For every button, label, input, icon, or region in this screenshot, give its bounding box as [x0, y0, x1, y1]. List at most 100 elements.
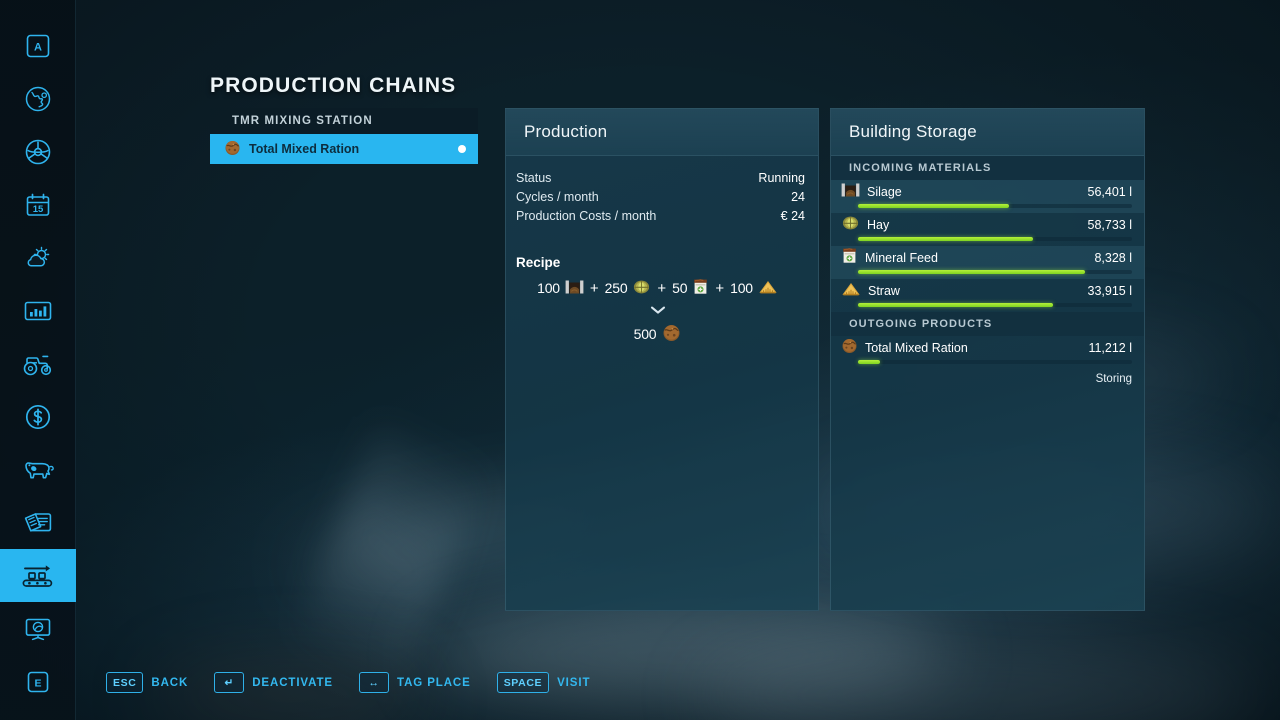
sidebar-item-contracts[interactable]	[0, 496, 76, 549]
stat-value: Running	[758, 171, 805, 185]
stat-label: Status	[516, 171, 551, 185]
weather-sun-cloud-icon	[23, 244, 53, 272]
recipe-plus-separator: +	[589, 280, 600, 297]
stat-row-production-costs-per-month: Production Costs / month € 24	[516, 207, 805, 226]
sidebar-item-weather[interactable]	[0, 231, 76, 284]
sidebar-item-vehicles[interactable]	[0, 337, 76, 390]
sidebar-item-map-overview[interactable]: A	[0, 19, 76, 72]
hay-icon	[841, 214, 860, 236]
storage-panel-title: Building Storage	[849, 122, 977, 142]
recipe-plus-separator: +	[714, 280, 725, 297]
dollar-circle-icon	[24, 403, 52, 431]
recipe-plus-separator: +	[656, 280, 667, 297]
fill-level-bar-value	[858, 204, 1009, 208]
status-dot-icon	[458, 145, 466, 153]
sidebar-item-globe[interactable]	[0, 72, 76, 125]
building-storage-panel: Building Storage INCOMING MATERIALS Sila…	[830, 108, 1145, 611]
help-item-tag-place[interactable]: ↔ TAG PLACE	[359, 672, 471, 693]
fill-level-bar	[858, 303, 1132, 307]
table-row[interactable]: Silage 56,401 l	[831, 180, 1144, 213]
sidebar-item-animals[interactable]	[0, 443, 76, 496]
tractor-icon	[21, 351, 55, 377]
table-row[interactable]: Hay 58,733 l	[831, 213, 1144, 246]
help-item-deactivate[interactable]: ↵ DEACTIVATE	[214, 672, 333, 693]
cow-icon	[21, 457, 55, 483]
recipe-output-row: 500	[516, 323, 805, 345]
table-row[interactable]: Straw 33,915 l	[831, 279, 1144, 312]
silage-icon	[841, 181, 860, 203]
sidebar-item-steering-wheel[interactable]	[0, 125, 76, 178]
fill-level-bar-value	[858, 360, 880, 364]
help-bar: ESC BACK ↵ DEACTIVATE ↔ TAG PLACE SPACE …	[106, 672, 590, 693]
stat-value: 24	[791, 190, 805, 204]
product-status-text: Storing	[831, 369, 1144, 385]
help-label: BACK	[151, 677, 188, 689]
outgoing-products-header: OUTGOING PRODUCTS	[831, 312, 1144, 336]
sidebar-item-gallery[interactable]	[0, 602, 76, 655]
mineral-feed-icon	[692, 278, 709, 298]
chain-group-header: TMR MIXING STATION	[210, 108, 478, 134]
recipe-input-amount: 100	[537, 280, 560, 296]
stat-label: Cycles / month	[516, 190, 599, 204]
sidebar-item-calendar[interactable]: 15	[0, 178, 76, 231]
production-chain-list: TMR MIXING STATION Total Mixed Ration	[210, 108, 478, 164]
material-name: Straw	[868, 284, 1081, 298]
stat-row-cycles-per-month: Cycles / month 24	[516, 188, 805, 207]
fill-level-bar-value	[858, 237, 1033, 241]
page-title: PRODUCTION CHAINS	[210, 74, 456, 98]
help-label: DEACTIVATE	[252, 677, 333, 689]
background-blur-shape	[291, 426, 488, 684]
production-panel-title: Production	[524, 122, 607, 142]
left-right-arrow-key-icon: ↔	[359, 672, 389, 693]
recipe-input-amount: 50	[672, 280, 687, 296]
production-panel-header: Production	[506, 109, 818, 156]
fill-level-bar	[858, 270, 1132, 274]
material-name: Silage	[867, 185, 1081, 199]
fill-level-bar-value	[858, 270, 1085, 274]
sidebar-item-statistics[interactable]	[0, 284, 76, 337]
storage-panel-header: Building Storage	[831, 109, 1144, 156]
hay-icon	[632, 278, 651, 298]
table-row[interactable]: Mineral Feed 8,328 l	[831, 246, 1144, 279]
recipe-arrow-icon	[516, 301, 805, 317]
fill-level-bar	[858, 204, 1132, 208]
space-key-icon: SPACE	[497, 672, 549, 693]
recipe-output-amount: 500	[634, 326, 657, 342]
help-item-visit[interactable]: SPACE VISIT	[497, 672, 591, 693]
material-amount: 56,401 l	[1088, 185, 1132, 199]
material-name: Mineral Feed	[865, 251, 1087, 265]
background-blur-shape	[430, 600, 950, 710]
fill-level-bar	[858, 237, 1132, 241]
straw-icon	[758, 278, 778, 298]
material-amount: 8,328 l	[1094, 251, 1132, 265]
help-item-back[interactable]: ESC BACK	[106, 672, 188, 693]
straw-icon	[841, 280, 861, 302]
conveyor-belt-icon	[20, 562, 56, 590]
globe-icon	[23, 84, 53, 114]
stat-value: € 24	[781, 209, 805, 223]
stat-label: Production Costs / month	[516, 209, 656, 223]
key-e-icon: E	[25, 669, 51, 695]
help-label: TAG PLACE	[397, 677, 471, 689]
mineral-feed-icon	[841, 247, 858, 269]
total-mixed-ration-icon	[841, 337, 858, 359]
table-row[interactable]: Total Mixed Ration 11,212 l	[831, 336, 1144, 369]
product-amount: 11,212 l	[1088, 341, 1132, 355]
list-item-label: Total Mixed Ration	[249, 142, 450, 156]
calendar-icon: 15	[24, 191, 52, 219]
sidebar-item-production-chains[interactable]	[0, 549, 76, 602]
material-name: Hay	[867, 218, 1081, 232]
stat-row-status: Status Running	[516, 169, 805, 188]
list-item-total-mixed-ration[interactable]: Total Mixed Ration	[210, 134, 478, 164]
game-menu-screen: A	[0, 0, 1280, 720]
fill-level-bar-value	[858, 303, 1053, 307]
sidebar-item-finances[interactable]	[0, 390, 76, 443]
recipe-input-amount: 250	[605, 280, 628, 296]
total-mixed-ration-icon	[662, 323, 681, 345]
sidebar-item-key-e[interactable]: E	[0, 655, 76, 708]
steering-wheel-icon	[23, 137, 53, 167]
recipe-inputs-row: 100 + 250	[516, 278, 805, 298]
silage-icon	[565, 278, 584, 298]
svg-text:A: A	[34, 41, 42, 53]
incoming-materials-header: INCOMING MATERIALS	[831, 156, 1144, 180]
